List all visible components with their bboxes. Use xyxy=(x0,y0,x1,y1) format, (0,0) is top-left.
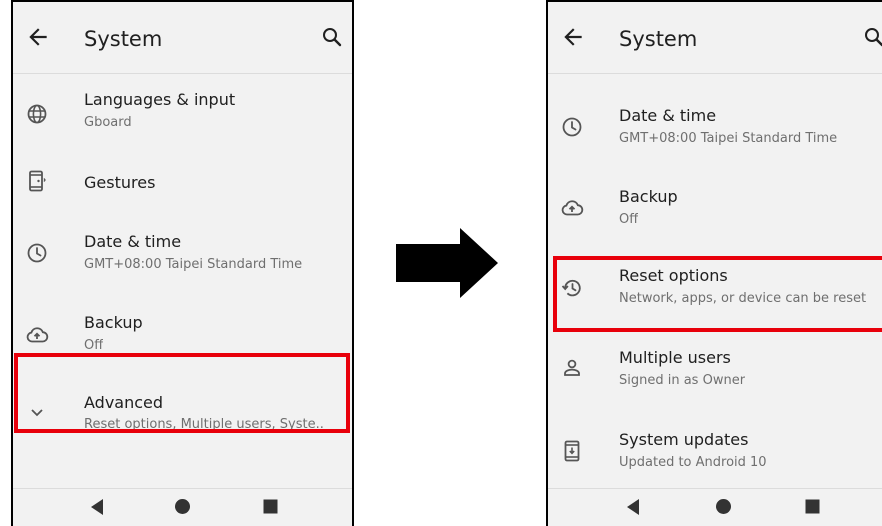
item-subtitle: GMT+08:00 Taipei Standard Time xyxy=(84,257,303,272)
item-title: Languages & input xyxy=(84,90,236,109)
back-arrow-icon[interactable] xyxy=(560,24,586,50)
cloud-upload-icon xyxy=(561,200,584,216)
search-icon[interactable] xyxy=(862,25,882,49)
item-subtitle: Off xyxy=(619,212,639,227)
transition-arrow-icon xyxy=(396,228,498,298)
app-bar: System xyxy=(13,2,352,74)
item-title: Gestures xyxy=(84,173,156,192)
item-title: System updates xyxy=(619,430,749,449)
back-nav-icon[interactable] xyxy=(89,498,105,516)
highlight-reset-options xyxy=(553,256,882,332)
left-screen: System Languages & input Gboard Gestures xyxy=(11,0,354,526)
globe-icon xyxy=(27,104,47,124)
item-subtitle: Updated to Android 10 xyxy=(619,455,767,470)
list-item-backup[interactable]: Backup Off xyxy=(548,174,882,246)
item-title: Multiple users xyxy=(619,348,731,367)
recents-nav-icon[interactable] xyxy=(263,499,278,514)
list-item-multiple-users[interactable]: Multiple users Signed in as Owner xyxy=(548,336,882,408)
system-update-icon xyxy=(564,440,580,462)
page-title: System xyxy=(84,27,163,51)
clock-icon xyxy=(27,243,47,263)
back-nav-icon[interactable] xyxy=(625,498,641,516)
person-icon xyxy=(564,359,580,376)
item-subtitle: Gboard xyxy=(84,115,132,130)
clock-icon xyxy=(562,117,582,137)
list-item-gestures[interactable]: Gestures xyxy=(13,148,352,220)
gestures-phone-icon xyxy=(29,170,46,192)
right-screen: System Date & time GMT+08:00 Taipei Stan… xyxy=(546,0,882,526)
list-item-date-time[interactable]: Date & time GMT+08:00 Taipei Standard Ti… xyxy=(13,220,352,292)
home-nav-icon[interactable] xyxy=(715,498,732,515)
recents-nav-icon[interactable] xyxy=(805,499,820,514)
list-item-languages-input[interactable]: Languages & input Gboard xyxy=(13,76,352,148)
search-icon[interactable] xyxy=(320,25,344,49)
highlight-advanced xyxy=(14,353,350,433)
app-bar: System xyxy=(548,2,882,74)
navigation-bar xyxy=(13,488,352,526)
item-title: Date & time xyxy=(84,232,182,251)
list-item-date-time[interactable]: Date & time GMT+08:00 Taipei Standard Ti… xyxy=(548,94,882,166)
item-subtitle: Signed in as Owner xyxy=(619,373,746,388)
item-title: Backup xyxy=(84,313,143,332)
app-bar-divider xyxy=(548,73,882,74)
list-item-system-updates[interactable]: System updates Updated to Android 10 xyxy=(548,418,882,490)
item-subtitle: GMT+08:00 Taipei Standard Time xyxy=(619,131,838,146)
app-bar-divider xyxy=(13,73,352,74)
navigation-bar xyxy=(548,488,882,526)
item-title: Date & time xyxy=(619,106,717,125)
item-title: Backup xyxy=(619,187,678,206)
back-arrow-icon[interactable] xyxy=(25,24,51,50)
cloud-upload-icon xyxy=(26,327,49,343)
page-title: System xyxy=(619,27,698,51)
home-nav-icon[interactable] xyxy=(174,498,191,515)
